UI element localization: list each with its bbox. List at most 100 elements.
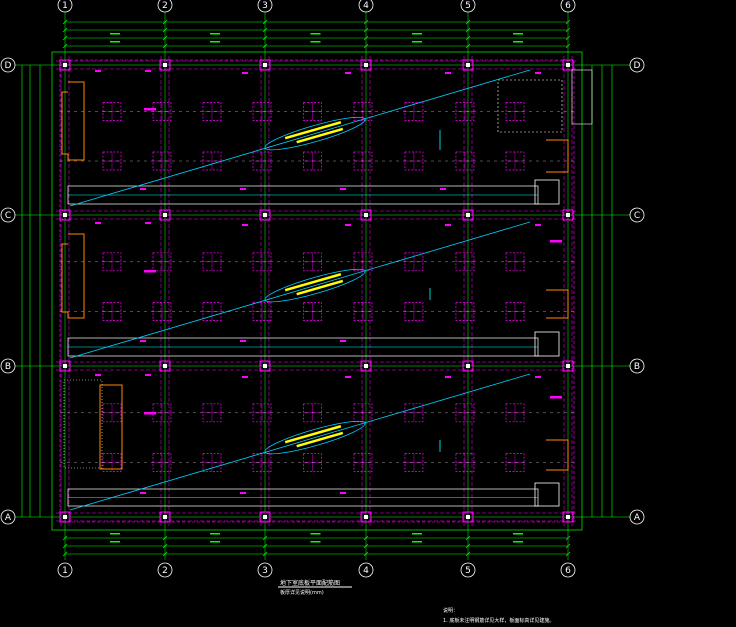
column-core	[263, 63, 267, 67]
axis-bubble-label: 5	[465, 566, 471, 576]
magenta-label-mark	[535, 72, 541, 74]
magenta-label-mark	[535, 376, 541, 378]
column-core	[63, 364, 67, 368]
axis-bubble-bottom-4[interactable]: 4	[358, 562, 374, 578]
column-core	[466, 213, 470, 217]
plan-subtitle: 板厚详见说明(mm)	[280, 589, 324, 596]
column-core	[566, 515, 570, 519]
axis-bubble-label: 2	[162, 1, 168, 11]
notes-heading: 说明：	[443, 607, 458, 614]
axis-bubble-bottom-6[interactable]: 6	[560, 562, 576, 578]
column-core	[163, 364, 167, 368]
axis-bubble-left-A[interactable]: A	[0, 509, 16, 525]
column-core	[566, 364, 570, 368]
column-core	[163, 213, 167, 217]
magenta-label-mark	[242, 72, 248, 74]
axis-bubble-top-1[interactable]: 1	[57, 0, 73, 13]
magenta-label-mark	[340, 188, 346, 190]
axis-bubble-label: A	[5, 513, 12, 523]
axis-bubble-right-C[interactable]: C	[629, 207, 645, 223]
axis-bubble-label: B	[5, 362, 11, 372]
dimension-text-mark	[210, 33, 220, 35]
axis-bubble-label: 4	[363, 1, 369, 11]
column-core	[566, 63, 570, 67]
dimension-text-mark	[310, 41, 321, 43]
axis-bubble-right-A[interactable]: A	[629, 509, 645, 525]
magenta-label-mark	[140, 492, 146, 494]
axis-bubble-label: 6	[565, 566, 571, 576]
axis-bubble-label: 3	[262, 566, 268, 576]
magenta-label-mark	[140, 340, 146, 342]
column-core	[466, 63, 470, 67]
axis-bubble-label: 6	[565, 1, 571, 11]
magenta-label-mark	[240, 492, 246, 494]
dimension-text-mark	[513, 541, 523, 543]
dimension-text-mark	[513, 533, 523, 535]
magenta-label-mark	[140, 188, 146, 190]
magenta-label-mark	[345, 224, 351, 226]
axis-bubble-left-D[interactable]: D	[0, 57, 16, 73]
magenta-label-mark	[550, 396, 562, 399]
axis-bubble-top-4[interactable]: 4	[358, 0, 374, 13]
magenta-label-mark	[144, 108, 156, 111]
magenta-label-mark	[535, 224, 541, 226]
magenta-label-mark	[95, 374, 101, 376]
drawing-background	[0, 0, 736, 627]
axis-bubble-label: A	[634, 513, 641, 523]
cad-drawing-canvas[interactable]: 1 1 2 2 3 3 4 4 5 5 6 6 D D C C B B A A 地下室底板平面配筋图 板厚详见说明(m…	[0, 0, 736, 627]
axis-bubble-label: B	[634, 362, 640, 372]
magenta-label-mark	[242, 224, 248, 226]
dimension-text-mark	[210, 533, 220, 535]
magenta-label-mark	[145, 222, 151, 224]
axis-bubble-bottom-5[interactable]: 5	[460, 562, 476, 578]
dimension-text-mark	[210, 541, 220, 543]
dimension-text-mark	[110, 33, 120, 35]
axis-bubble-top-6[interactable]: 6	[560, 0, 576, 13]
magenta-label-mark	[240, 188, 246, 190]
column-core	[63, 63, 67, 67]
dimension-text-mark	[310, 533, 321, 535]
axis-bubble-label: D	[634, 61, 641, 71]
axis-bubble-top-2[interactable]: 2	[157, 0, 173, 13]
column-core	[566, 213, 570, 217]
dimension-text-mark	[412, 33, 422, 35]
magenta-label-mark	[95, 70, 101, 72]
magenta-label-mark	[550, 240, 562, 243]
axis-bubble-label: 5	[465, 1, 471, 11]
column-core	[263, 364, 267, 368]
column-core	[466, 364, 470, 368]
magenta-label-mark	[345, 376, 351, 378]
column-core	[364, 213, 368, 217]
magenta-label-mark	[95, 222, 101, 224]
axis-bubble-left-B[interactable]: B	[0, 358, 16, 374]
axis-bubble-label: C	[634, 211, 640, 221]
dimension-text-mark	[310, 541, 321, 543]
column-core	[63, 213, 67, 217]
column-core	[364, 364, 368, 368]
axis-bubble-label: 1	[62, 566, 68, 576]
magenta-label-mark	[145, 374, 151, 376]
axis-bubble-bottom-3[interactable]: 3	[257, 562, 273, 578]
axis-bubble-label: C	[5, 211, 11, 221]
column-core	[63, 515, 67, 519]
column-core	[163, 515, 167, 519]
dimension-text-mark	[110, 541, 120, 543]
axis-bubble-bottom-2[interactable]: 2	[157, 562, 173, 578]
notes-line-1: 1. 底板未注明钢筋详见大样，板面标高详见建施。	[443, 617, 554, 624]
axis-bubble-right-D[interactable]: D	[629, 57, 645, 73]
axis-bubble-right-B[interactable]: B	[629, 358, 645, 374]
plan-title: 地下室底板平面配筋图	[280, 579, 340, 587]
axis-bubble-label: 2	[162, 566, 168, 576]
axis-bubble-left-C[interactable]: C	[0, 207, 16, 223]
dimension-text-mark	[210, 41, 220, 43]
magenta-label-mark	[144, 270, 156, 273]
dimension-text-mark	[310, 33, 321, 35]
axis-bubble-label: 1	[62, 1, 68, 11]
magenta-label-mark	[145, 70, 151, 72]
magenta-label-mark	[340, 340, 346, 342]
axis-bubble-top-3[interactable]: 3	[257, 0, 273, 13]
axis-bubble-bottom-1[interactable]: 1	[57, 562, 73, 578]
magenta-label-mark	[345, 72, 351, 74]
axis-bubble-label: 4	[363, 566, 369, 576]
axis-bubble-top-5[interactable]: 5	[460, 0, 476, 13]
